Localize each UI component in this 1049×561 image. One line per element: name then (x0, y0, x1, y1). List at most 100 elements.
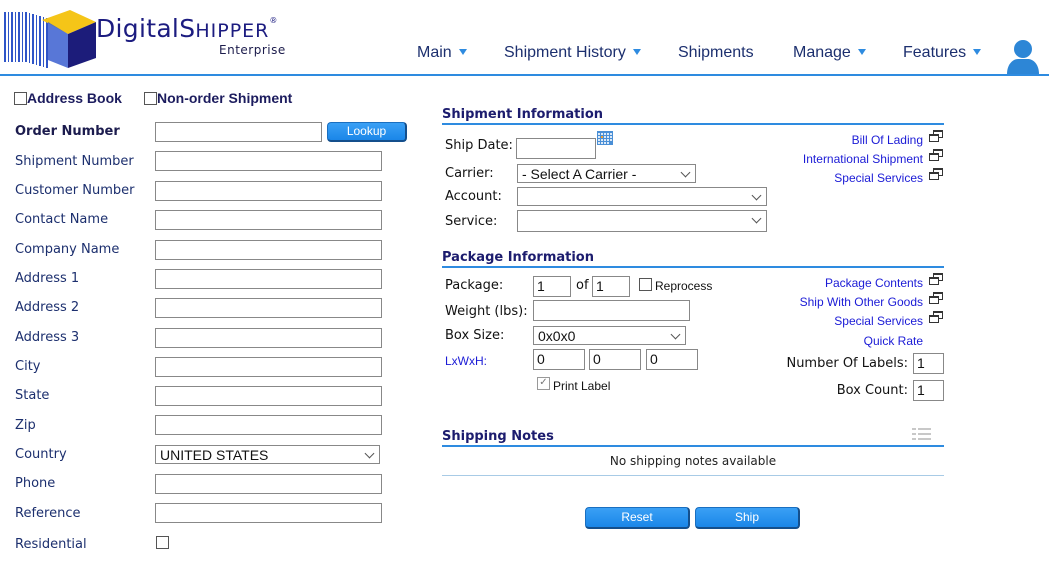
address2-input[interactable] (155, 298, 382, 318)
reference-input[interactable] (155, 503, 382, 523)
number-of-labels-label: Number Of Labels: (786, 356, 908, 371)
account-label: Account: (445, 189, 502, 204)
box-size-value: 0x0x0 (538, 328, 576, 344)
nav-features[interactable]: Features (903, 44, 982, 62)
chevron-down-icon (680, 167, 691, 178)
length-input[interactable]: 0 (533, 349, 585, 370)
reset-button[interactable]: Reset (585, 507, 690, 529)
contact-name-input[interactable] (155, 210, 382, 230)
address-book-checkbox[interactable] (14, 92, 27, 105)
height-input[interactable]: 0 (646, 349, 698, 370)
notes-divider (442, 475, 944, 476)
package-info-title: Package Information (442, 250, 944, 268)
residential-label: Residential (15, 537, 87, 552)
package-contents-link[interactable]: Package Contents (825, 276, 923, 290)
brand-edition: Enterprise (219, 43, 286, 57)
print-label-checkbox[interactable]: ✓ (537, 377, 550, 390)
zip-input[interactable] (155, 415, 382, 435)
state-input[interactable] (155, 386, 382, 406)
service-label: Service: (445, 214, 498, 229)
shipment-number-input[interactable] (155, 151, 382, 171)
carrier-label: Carrier: (445, 166, 494, 181)
weight-input[interactable] (533, 300, 690, 321)
popup-window-icon[interactable] (929, 292, 943, 304)
calendar-icon[interactable] (597, 131, 613, 145)
country-label: Country (15, 447, 67, 462)
box-count-input[interactable]: 1 (913, 380, 944, 401)
carrier-select[interactable]: - Select A Carrier - (517, 164, 696, 183)
brand-name-initial: S (179, 14, 196, 43)
user-icon[interactable] (1005, 38, 1041, 74)
caret-down-icon (632, 49, 641, 55)
nav-main-label: Main (417, 44, 452, 61)
dimensions-label: LxWxH: (445, 354, 487, 368)
address2-label: Address 2 (15, 300, 80, 315)
popup-window-icon[interactable] (929, 149, 943, 161)
reprocess-checkbox[interactable] (639, 278, 652, 291)
phone-input[interactable] (155, 474, 382, 494)
nav-shipments[interactable]: Shipments (678, 44, 754, 62)
bill-of-lading-link[interactable]: Bill Of Lading (852, 133, 923, 147)
non-order-shipment-toggle[interactable]: Non-order Shipment (144, 90, 292, 106)
residential-checkbox[interactable] (156, 536, 169, 549)
ship-date-label: Ship Date: (445, 138, 513, 153)
quick-rate-link[interactable]: Quick Rate (864, 334, 923, 348)
account-select[interactable] (517, 187, 767, 206)
state-label: State (15, 388, 50, 403)
city-input[interactable] (155, 357, 382, 377)
print-label-label: Print Label (553, 379, 611, 393)
package-number-input[interactable]: 1 (533, 276, 571, 297)
address1-input[interactable] (155, 269, 382, 289)
nav-main[interactable]: Main (417, 44, 467, 62)
nav-features-label: Features (903, 44, 967, 61)
nav-manage-label: Manage (793, 44, 851, 61)
popup-window-icon[interactable] (929, 168, 943, 180)
address3-label: Address 3 (15, 330, 80, 345)
nav-manage[interactable]: Manage (793, 44, 866, 62)
special-services-link[interactable]: Special Services (834, 171, 923, 185)
ship-button[interactable]: Ship (695, 507, 800, 529)
popup-window-icon[interactable] (929, 130, 943, 142)
nav-shipment-history[interactable]: Shipment History (504, 44, 641, 62)
non-order-shipment-label: Non-order Shipment (157, 90, 293, 106)
non-order-shipment-checkbox[interactable] (144, 92, 157, 105)
width-input[interactable]: 0 (589, 349, 641, 370)
brand-name-part1: Digital (96, 14, 180, 43)
shipment-info-title: Shipment Information (442, 107, 944, 125)
caret-down-icon (458, 49, 467, 55)
order-number-label: Order Number (15, 124, 120, 139)
chevron-down-icon (751, 213, 762, 224)
brand-name: DigitalSHIPPER® (96, 14, 278, 43)
company-name-label: Company Name (15, 242, 120, 257)
customer-number-input[interactable] (155, 181, 382, 201)
reference-label: Reference (15, 506, 81, 521)
popup-window-icon[interactable] (929, 273, 943, 285)
chevron-down-icon (751, 190, 762, 201)
package-total-input[interactable]: 1 (592, 276, 630, 297)
weight-label: Weight (lbs): (445, 304, 528, 319)
address-book-label: Address Book (27, 90, 122, 106)
number-of-labels-input[interactable]: 1 (913, 353, 944, 374)
reprocess-label: Reprocess (655, 279, 713, 293)
checklist-icon[interactable] (912, 427, 932, 441)
international-shipment-link[interactable]: International Shipment (803, 152, 923, 166)
ship-date-input[interactable] (516, 138, 596, 159)
phone-label: Phone (15, 476, 56, 491)
box-size-label: Box Size: (445, 328, 505, 343)
box-size-select[interactable]: 0x0x0 (533, 326, 686, 345)
popup-window-icon[interactable] (929, 311, 943, 323)
shipment-number-label: Shipment Number (15, 154, 134, 169)
order-number-input[interactable] (155, 122, 322, 142)
lookup-button[interactable]: Lookup (327, 122, 407, 142)
city-label: City (15, 359, 41, 374)
package-special-services-link[interactable]: Special Services (834, 314, 923, 328)
company-name-input[interactable] (155, 240, 382, 260)
ship-with-other-goods-link[interactable]: Ship With Other Goods (800, 295, 923, 309)
service-select[interactable] (517, 210, 767, 232)
address-book-toggle[interactable]: Address Book (14, 90, 122, 106)
carrier-value: - Select A Carrier - (522, 166, 637, 182)
contact-name-label: Contact Name (15, 212, 109, 227)
address3-input[interactable] (155, 328, 382, 348)
country-select[interactable]: UNITED STATES (155, 445, 380, 464)
package-label: Package: (445, 278, 504, 293)
